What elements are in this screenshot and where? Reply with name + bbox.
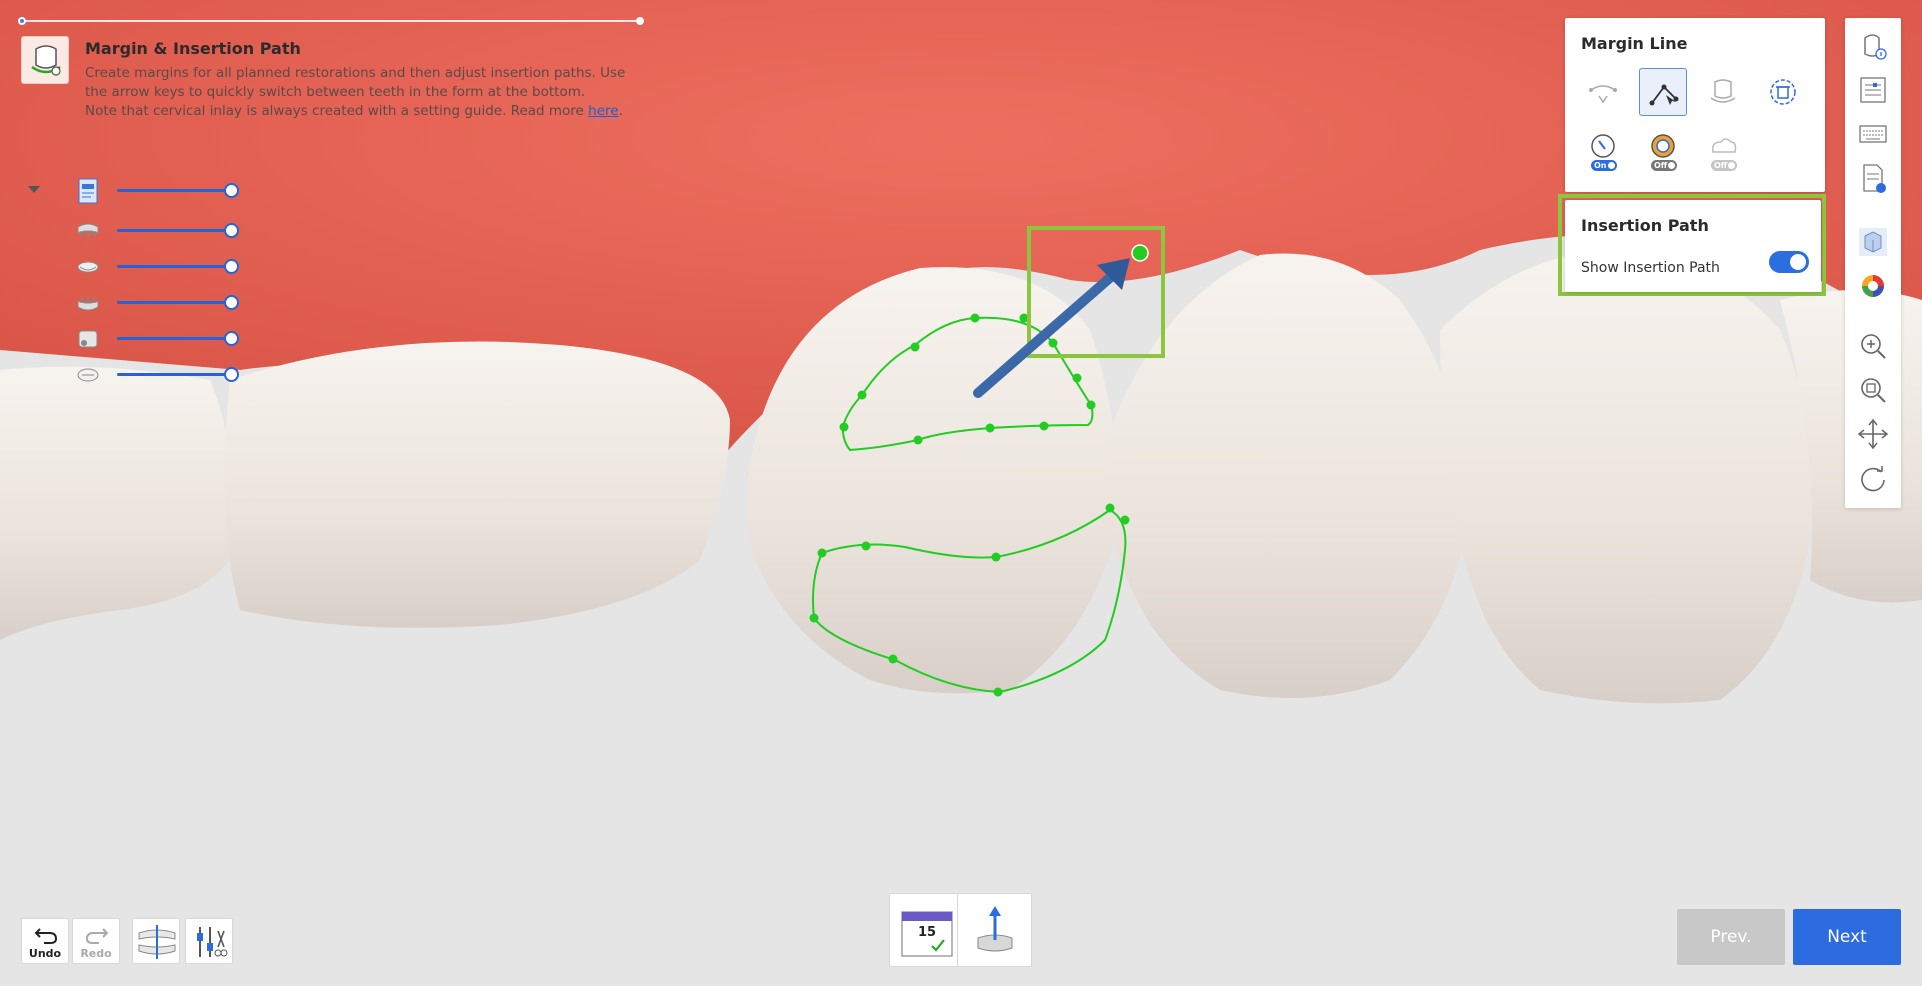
layer-opacity-panel	[22, 170, 242, 390]
auto-margin-icon	[1710, 79, 1736, 103]
crosshair-tool[interactable]: Off	[1639, 128, 1687, 176]
stage-progress-bar	[18, 17, 644, 25]
cloud-tool[interactable]: Off	[1699, 128, 1747, 176]
opacity-slider-track[interactable]	[117, 229, 227, 232]
collapse-layers-toggle[interactable]	[28, 186, 40, 193]
smart-detection-toggle[interactable]: On	[1591, 160, 1617, 171]
pan-icon	[1857, 418, 1889, 450]
delete-margin-icon	[1770, 79, 1796, 105]
layer-row-bite-scan	[22, 324, 242, 354]
undo-icon	[34, 928, 58, 944]
show-insertion-path-label: Show Insertion Path	[1581, 260, 1720, 276]
keyboard-icon	[1859, 125, 1887, 143]
progress-start-dot	[18, 17, 26, 25]
upper-jaw-icon[interactable]	[74, 217, 102, 245]
opacity-slider-track[interactable]	[117, 189, 227, 192]
stage-desc-line-2: the arrow keys to quickly switch between…	[85, 84, 586, 100]
margin-line-panel: Margin Line On Off Off	[1565, 18, 1825, 192]
view-cube-icon	[1859, 228, 1887, 256]
zoom-fit-icon	[1861, 378, 1886, 403]
tooth-info-icon	[1864, 34, 1887, 60]
right-toolbar	[1845, 18, 1901, 508]
cloud-toggle[interactable]: Off	[1711, 160, 1737, 171]
smart-detection-tool[interactable]: On	[1579, 128, 1627, 176]
insertion-direction-icon	[977, 906, 1013, 952]
layer-row-upper-jaw	[22, 216, 242, 246]
rotate-button[interactable]	[1855, 460, 1891, 496]
settings-sliders-icon	[1860, 77, 1886, 103]
draw-margin-tool[interactable]	[1639, 68, 1687, 116]
tooth-premolar-left	[224, 341, 730, 628]
tooth-13	[1440, 250, 1812, 704]
color-wheel-icon	[1862, 275, 1884, 297]
opacity-slider-thumb[interactable]	[224, 223, 239, 238]
opacity-slider-thumb[interactable]	[224, 295, 239, 310]
opacity-slider-thumb[interactable]	[224, 259, 239, 274]
zoom-fit-button[interactable]	[1855, 372, 1891, 408]
draw-margin-icon	[1649, 84, 1679, 106]
zoom-in-button[interactable]	[1855, 328, 1891, 364]
settings-button[interactable]	[1855, 72, 1891, 108]
layer-row-antagonist	[22, 360, 242, 390]
auto-margin-tool[interactable]	[1699, 68, 1747, 116]
opacity-slider-thumb[interactable]	[224, 367, 239, 382]
keyboard-button[interactable]	[1855, 116, 1891, 152]
stage-desc-line-1: Create margins for all planned restorati…	[85, 65, 626, 81]
stage-desc-line-3: Note that cervical inlay is always creat…	[85, 103, 623, 119]
view-cube-button[interactable]	[1855, 224, 1891, 260]
antagonist-icon[interactable]	[74, 361, 102, 389]
layer-row-lower-jaw	[22, 288, 242, 318]
stage-title: Margin & Insertion Path	[85, 39, 301, 58]
prev-button[interactable]: Prev.	[1677, 909, 1785, 965]
progress-end-dot	[636, 17, 644, 25]
project-layer-icon[interactable]	[74, 177, 102, 205]
opacity-slider-thumb[interactable]	[224, 331, 239, 346]
opacity-slider-track[interactable]	[117, 373, 227, 376]
point-margin-tool[interactable]	[1579, 68, 1627, 116]
delete-margin-tool[interactable]	[1759, 68, 1807, 116]
next-button[interactable]: Next	[1793, 909, 1901, 965]
color-button[interactable]	[1855, 268, 1891, 304]
insertion-path-panel: Insertion Path Show Insertion Path	[1565, 200, 1821, 292]
layer-row-restoration	[22, 252, 242, 282]
opacity-slider-thumb[interactable]	[224, 183, 239, 198]
pan-button[interactable]	[1855, 416, 1891, 452]
redo-button[interactable]: Redo	[72, 918, 120, 964]
zoom-in-icon	[1861, 334, 1886, 359]
occlusion-view-icon	[138, 925, 176, 959]
occlusion-view-button[interactable]	[132, 918, 180, 964]
undo-label: Undo	[28, 947, 62, 960]
opacity-slider-track[interactable]	[117, 337, 227, 340]
tools-settings-button[interactable]	[185, 918, 233, 964]
restoration-layer-icon[interactable]	[74, 253, 102, 281]
rotate-icon	[1861, 466, 1885, 492]
redo-label: Redo	[80, 947, 112, 960]
insertion-panel-title: Insertion Path	[1581, 216, 1709, 235]
margin-stage-icon	[21, 36, 69, 84]
tools-settings-icon	[197, 927, 228, 957]
tooth-selector-button[interactable]: 15	[889, 893, 964, 967]
margin-panel-title: Margin Line	[1581, 34, 1688, 53]
report-icon	[1863, 164, 1886, 193]
bite-scan-icon[interactable]	[74, 325, 102, 353]
opacity-slider-track[interactable]	[117, 301, 227, 304]
tooth-info-button[interactable]	[1855, 28, 1891, 64]
crosshair-toggle[interactable]: Off	[1651, 160, 1677, 171]
report-button[interactable]	[1855, 160, 1891, 196]
redo-icon	[85, 928, 109, 944]
undo-button[interactable]: Undo	[21, 918, 69, 964]
show-insertion-path-toggle[interactable]	[1769, 251, 1809, 273]
stage-description: Create margins for all planned restorati…	[85, 64, 645, 121]
point-margin-icon	[1589, 85, 1617, 104]
read-more-link[interactable]: here	[588, 103, 618, 119]
opacity-slider-track[interactable]	[117, 265, 227, 268]
lower-jaw-icon[interactable]	[74, 289, 102, 317]
layer-row-all	[22, 176, 242, 206]
tooth-number: 15	[917, 925, 937, 940]
insertion-direction-button[interactable]	[957, 893, 1032, 967]
